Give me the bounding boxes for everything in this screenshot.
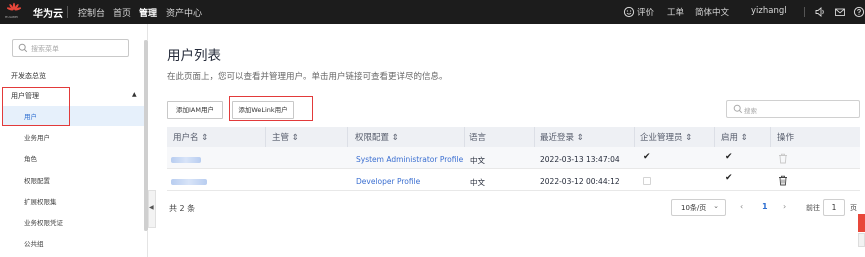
column-divider (464, 127, 465, 147)
column-divider (347, 127, 348, 147)
table-row[interactable] (167, 147, 860, 169)
table-search-input[interactable]: 搜索 (726, 100, 860, 118)
sort-icon[interactable]: ⇕ (685, 133, 692, 143)
search-icon (18, 43, 28, 53)
mail-icon[interactable] (834, 6, 846, 18)
column-header-enabled[interactable]: 启用 ⇕ (721, 131, 748, 143)
nav-console[interactable]: 控制台 (78, 6, 105, 19)
sidebar-item-business-users[interactable]: 业务用户 (24, 132, 50, 142)
nav-asset-center[interactable]: 资产中心 (166, 6, 202, 19)
topbar-divider (804, 7, 805, 17)
sort-icon[interactable]: ⇕ (201, 133, 208, 143)
column-divider (265, 127, 266, 147)
smile-icon[interactable] (623, 6, 635, 18)
add-welink-user-button[interactable]: 添加WeLink用户 (232, 101, 294, 119)
feedback-link[interactable]: 评价 (637, 6, 654, 18)
column-divider (634, 127, 635, 147)
column-header-last-login[interactable]: 最近登录 ⇕ (540, 131, 584, 143)
table-row[interactable] (167, 169, 860, 191)
speaker-icon[interactable] (814, 6, 826, 18)
chevron-up-icon[interactable]: ▲ (132, 91, 137, 98)
add-iam-user-button[interactable]: 添加IAM用户 (167, 101, 223, 119)
help-icon[interactable] (853, 6, 865, 18)
column-header-language: 语言 (469, 133, 487, 143)
chevron-left-icon: ◀ (149, 204, 154, 211)
sidebar-item-overview[interactable]: 开发态总览 (11, 71, 46, 81)
last-login-cell: 2022-03-12 00:44:12 (540, 177, 620, 186)
highlight-box-user-menu (2, 87, 70, 126)
page-size-select[interactable]: 10条/页 ⌄ (671, 199, 726, 216)
column-divider (770, 127, 771, 147)
trash-icon[interactable] (778, 175, 788, 186)
username-link-redacted[interactable] (171, 157, 201, 163)
next-page-button[interactable]: › (783, 202, 786, 211)
column-header-manager[interactable]: 主管 ⇕ (272, 131, 299, 143)
page-title: 用户列表 (167, 48, 221, 64)
column-divider (534, 127, 535, 147)
goto-page-input[interactable]: 1 (823, 199, 845, 216)
column-header-username[interactable]: 用户名 ⇕ (173, 131, 208, 143)
logo-caption: HUAWEI (5, 15, 19, 19)
sort-icon[interactable]: ⇕ (577, 133, 584, 143)
column-header-actions: 操作 (777, 133, 795, 143)
table-header (167, 127, 860, 147)
search-icon (733, 104, 743, 114)
chevron-down-icon: ⌄ (713, 202, 719, 210)
username-link-redacted[interactable] (171, 179, 207, 185)
goto-label: 前往 (806, 204, 820, 212)
prev-page-button[interactable]: ‹ (740, 202, 743, 211)
column-divider (714, 127, 715, 147)
sidebar-item-roles[interactable]: 角色 (24, 153, 37, 163)
page-description: 在此页面上，您可以查看并管理用户。单击用户链接可查看更详尽的信息。 (167, 72, 448, 82)
menu-search-input[interactable]: 搜索菜单 (12, 39, 129, 57)
permission-link[interactable]: Developer Profile (356, 177, 420, 186)
sidebar-item-extended-permissions[interactable]: 扩展权限集 (24, 196, 57, 206)
menu-search-placeholder: 搜索菜单 (31, 45, 59, 53)
sort-icon[interactable]: ⇕ (292, 133, 299, 143)
sidebar-item-business-credentials[interactable]: 业务权限凭证 (24, 217, 63, 227)
ticket-link[interactable]: 工单 (667, 6, 684, 18)
checkmark-icon: ✔ (725, 173, 733, 183)
checkmark-icon: ✔ (643, 152, 651, 162)
sidebar-item-permission-config[interactable]: 权限配置 (24, 175, 50, 185)
brand-divider (67, 6, 68, 18)
goto-unit-label: 页 (850, 204, 857, 212)
language-switch[interactable]: 简体中文 (695, 6, 729, 18)
page-number-1[interactable]: 1 (762, 202, 768, 211)
nav-manage[interactable]: 管理 (139, 6, 157, 19)
sort-icon[interactable]: ⇕ (741, 133, 748, 143)
enterprise-admin-checkbox[interactable] (643, 177, 651, 185)
language-cell: 中文 (470, 178, 485, 187)
language-cell: 中文 (470, 156, 485, 165)
total-count: 共 2 条 (169, 204, 196, 213)
floating-feedback-button[interactable] (858, 214, 865, 232)
column-header-permission-config[interactable]: 权限配置 ⇕ (355, 131, 399, 143)
floating-side-button[interactable] (858, 233, 865, 247)
nav-home[interactable]: 首页 (113, 6, 131, 19)
huawei-logo-icon[interactable] (7, 2, 21, 16)
sidebar-item-public-group[interactable]: 公共组 (24, 238, 44, 248)
sort-icon[interactable]: ⇕ (392, 133, 399, 143)
permission-link[interactable]: System Administrator Profile (356, 155, 463, 164)
checkmark-icon: ✔ (725, 152, 733, 162)
sidebar-collapse-toggle[interactable]: ◀ (148, 190, 156, 228)
trash-icon[interactable] (778, 153, 788, 164)
top-navigation-bar: HUAWEI 华为云 控制台 首页 管理 资产中心 评价 工单 简体中文 yiz… (0, 0, 865, 24)
last-login-cell: 2022-03-13 13:47:04 (540, 155, 620, 164)
username-menu[interactable]: yizhangl (751, 6, 787, 16)
brand-name[interactable]: 华为云 (33, 5, 63, 20)
sidebar: 搜索菜单 开发态总览 用户管理 ▲ 用户 业务用户 角色 权限配置 扩展权限集 … (0, 24, 148, 257)
column-header-enterprise-admin[interactable]: 企业管理员 ⇕ (640, 131, 692, 143)
table-search-placeholder: 搜索 (744, 107, 757, 115)
